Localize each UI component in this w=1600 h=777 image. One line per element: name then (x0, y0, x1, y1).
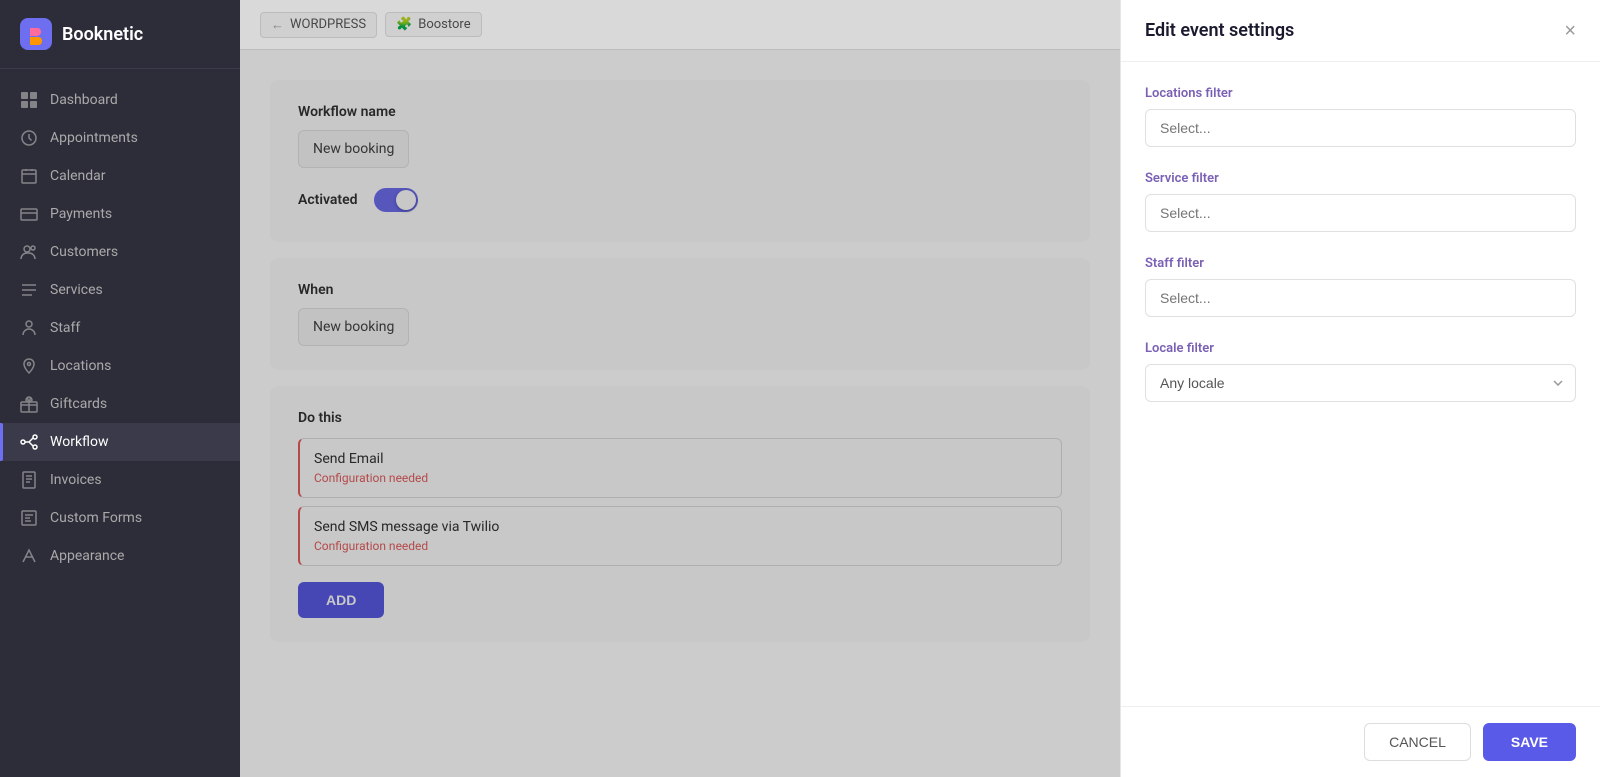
sidebar: Booknetic Dashboard Appointments Calenda… (0, 0, 240, 777)
sidebar-item-calendar[interactable]: Calendar (0, 157, 240, 195)
appearance-icon (20, 547, 38, 565)
sidebar-item-workflow[interactable]: Workflow (0, 423, 240, 461)
sidebar-item-staff-label: Staff (50, 320, 80, 336)
save-button[interactable]: SAVE (1483, 723, 1576, 761)
cancel-button[interactable]: CANCEL (1364, 723, 1471, 761)
locale-filter-label: Locale filter (1145, 341, 1576, 356)
panel-footer: CANCEL SAVE (1121, 706, 1600, 777)
locations-icon (20, 357, 38, 375)
sidebar-item-dashboard[interactable]: Dashboard (0, 81, 240, 119)
sidebar-item-invoices[interactable]: Invoices (0, 461, 240, 499)
payments-icon (20, 205, 38, 223)
sidebar-item-locations-label: Locations (50, 358, 111, 374)
locale-filter-section: Locale filter Any locale English French … (1145, 341, 1576, 402)
calendar-icon (20, 167, 38, 185)
sidebar-item-services-label: Services (50, 282, 103, 298)
invoices-icon (20, 471, 38, 489)
service-filter-section: Service filter (1145, 171, 1576, 232)
sidebar-item-customers-label: Customers (50, 244, 118, 260)
staff-filter-section: Staff filter (1145, 256, 1576, 317)
staff-icon (20, 319, 38, 337)
giftcards-icon (20, 395, 38, 413)
logo-area: Booknetic (0, 0, 240, 69)
sidebar-item-payments-label: Payments (50, 206, 112, 222)
logo-text: Booknetic (62, 24, 143, 45)
sidebar-item-payments[interactable]: Payments (0, 195, 240, 233)
sidebar-item-appointments[interactable]: Appointments (0, 119, 240, 157)
appointments-icon (20, 129, 38, 147)
locale-filter-select[interactable]: Any locale English French German Spanish (1145, 364, 1576, 402)
dashboard-icon (20, 91, 38, 109)
sidebar-item-invoices-label: Invoices (50, 472, 102, 488)
sidebar-item-appearance-label: Appearance (50, 548, 124, 564)
locations-filter-label: Locations filter (1145, 86, 1576, 101)
sidebar-item-staff[interactable]: Staff (0, 309, 240, 347)
sidebar-item-giftcards-label: Giftcards (50, 396, 107, 412)
staff-filter-label: Staff filter (1145, 256, 1576, 271)
panel-body: Locations filter Service filter Staff fi… (1121, 62, 1600, 706)
locations-filter-input[interactable] (1145, 109, 1576, 147)
services-icon (20, 281, 38, 299)
sidebar-item-custom-forms-label: Custom Forms (50, 510, 142, 526)
panel-header: Edit event settings × (1121, 0, 1600, 62)
sidebar-item-giftcards[interactable]: Giftcards (0, 385, 240, 423)
panel-title: Edit event settings (1145, 20, 1294, 41)
sidebar-item-appearance[interactable]: Appearance (0, 537, 240, 575)
sidebar-item-appointments-label: Appointments (50, 130, 138, 146)
customers-icon (20, 243, 38, 261)
modal-overlay (240, 0, 1120, 777)
workflow-icon (20, 433, 38, 451)
staff-filter-input[interactable] (1145, 279, 1576, 317)
sidebar-item-custom-forms[interactable]: Custom Forms (0, 499, 240, 537)
sidebar-item-workflow-label: Workflow (50, 434, 109, 450)
sidebar-item-customers[interactable]: Customers (0, 233, 240, 271)
custom-forms-icon (20, 509, 38, 527)
service-filter-label: Service filter (1145, 171, 1576, 186)
sidebar-item-services[interactable]: Services (0, 271, 240, 309)
booknetic-logo-icon (20, 18, 52, 50)
panel-close-button[interactable]: × (1564, 21, 1576, 41)
edit-event-panel: Edit event settings × Locations filter S… (1120, 0, 1600, 777)
sidebar-item-dashboard-label: Dashboard (50, 92, 118, 108)
locations-filter-section: Locations filter (1145, 86, 1576, 147)
sidebar-item-calendar-label: Calendar (50, 168, 106, 184)
main-area: ← WORDPRESS 🧩 Boostore Workflow name New… (240, 0, 1600, 777)
sidebar-item-locations[interactable]: Locations (0, 347, 240, 385)
service-filter-input[interactable] (1145, 194, 1576, 232)
sidebar-nav: Dashboard Appointments Calendar Payments… (0, 69, 240, 777)
